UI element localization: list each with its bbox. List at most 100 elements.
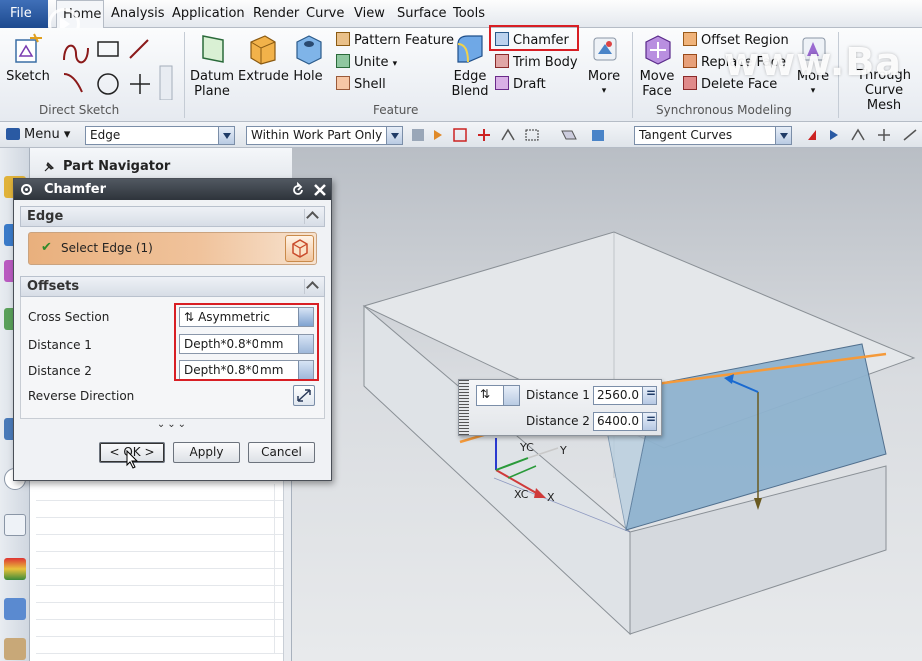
tab-application[interactable]: Application <box>172 6 245 21</box>
move-face-button[interactable]: Move Face <box>636 32 678 99</box>
reverse-arrows-icon <box>297 389 311 402</box>
cross-section-quick-select[interactable]: ⇅ <box>476 385 520 406</box>
collapse-icon[interactable] <box>304 209 320 224</box>
shell-label: Shell <box>354 77 386 92</box>
hole-icon <box>296 35 322 65</box>
offset-region-icon <box>683 32 697 46</box>
cross-section-label: Cross Section <box>28 310 110 324</box>
selection-scope-select[interactable]: Within Work Part Only <box>246 126 403 145</box>
list-icon[interactable] <box>4 514 26 536</box>
edge-section-label: Edge <box>27 209 64 224</box>
osi-distance2-input[interactable]: 6400.0 <box>593 412 657 431</box>
pattern-feature-label: Pattern Feature <box>354 33 455 48</box>
unite-icon <box>336 54 350 68</box>
selection-tool-icons[interactable] <box>412 128 622 142</box>
extrude-label: Extrude <box>238 69 289 84</box>
navigator-row <box>36 535 286 552</box>
unite-label: Unite <box>354 55 389 70</box>
trim-body-button[interactable]: Trim Body <box>495 54 578 70</box>
formula-icon[interactable] <box>642 412 656 430</box>
chamfer-dialog: Chamfer Edge ✔ Select Edge (1) Offsets C… <box>13 178 332 481</box>
curve-rule-value: Tangent Curves <box>639 128 733 142</box>
tab-surface[interactable]: Surface <box>397 6 447 21</box>
feature-more-label: More <box>587 69 621 84</box>
tab-curve[interactable]: Curve <box>306 6 344 21</box>
drag-handle[interactable] <box>459 380 469 435</box>
dialog-title-bar[interactable]: Chamfer <box>14 179 331 200</box>
navigator-row <box>36 569 286 586</box>
chevron-down-icon[interactable] <box>218 127 234 144</box>
edge-selection-button[interactable] <box>285 235 314 262</box>
select-edge-row[interactable]: ✔ Select Edge (1) <box>28 232 317 265</box>
reverse-direction-button[interactable] <box>293 385 315 406</box>
osi-distance2-value: 6400.0 <box>597 414 639 428</box>
direct-sketch-group-label: Direct Sketch <box>39 103 120 117</box>
draft-icon <box>495 76 509 90</box>
tab-analysis[interactable]: Analysis <box>111 6 165 21</box>
hole-label: Hole <box>293 69 323 84</box>
role-icon[interactable] <box>4 598 26 620</box>
shell-icon <box>336 76 350 90</box>
palette-icon[interactable] <box>4 558 26 580</box>
apply-button[interactable]: Apply <box>173 442 240 463</box>
feature-more-button[interactable]: More ▾ <box>585 32 623 99</box>
unite-button[interactable]: Unite ▾ <box>336 54 397 70</box>
apply-label: Apply <box>189 445 224 459</box>
menu-button[interactable]: Menu ▾ <box>24 127 70 142</box>
sketch-curve-tools-icons[interactable] <box>60 36 180 100</box>
osi-distance1-input[interactable]: 2560.0 <box>593 386 657 405</box>
tab-tools[interactable]: Tools <box>453 6 485 21</box>
chevron-down-icon[interactable] <box>386 127 402 144</box>
cancel-button[interactable]: Cancel <box>248 442 315 463</box>
formula-icon[interactable] <box>642 386 656 404</box>
edge-blend-button[interactable]: Edge Blend <box>451 32 489 99</box>
type-filter-select[interactable]: Edge <box>85 126 235 145</box>
chevron-down-icon[interactable] <box>503 386 519 405</box>
extrude-icon <box>250 35 276 65</box>
cancel-label: Cancel <box>261 445 302 459</box>
pin-icon[interactable] <box>42 160 56 174</box>
feature-more-dropdown-icon: ▾ <box>601 86 607 96</box>
menu-bar: File Home Analysis Application Render Cu… <box>0 0 922 40</box>
sync-modeling-group-label: Synchronous Modeling <box>656 103 792 117</box>
move-face-icon <box>645 35 671 65</box>
gear-icon[interactable] <box>19 182 34 197</box>
reset-icon[interactable] <box>290 182 306 198</box>
shell-button[interactable]: Shell <box>336 76 386 92</box>
navigator-row <box>36 586 286 603</box>
offsets-section-header[interactable]: Offsets <box>20 276 325 297</box>
tab-view[interactable]: View <box>354 6 385 21</box>
collapse-icon[interactable] <box>304 279 320 294</box>
offsets-highlight-box <box>174 303 319 381</box>
file-tab[interactable]: File <box>0 0 48 28</box>
reverse-direction-label: Reverse Direction <box>28 389 135 403</box>
datum-plane-button[interactable]: Datum Plane <box>190 32 234 99</box>
triad-x-label: X <box>547 491 555 504</box>
snap-tool-icons[interactable] <box>806 128 922 142</box>
checkmark-icon: ✔ <box>41 240 52 255</box>
pattern-feature-button[interactable]: Pattern Feature <box>336 32 454 48</box>
hole-button[interactable]: Hole <box>290 32 326 84</box>
distance1-label: Distance 1 <box>28 338 92 352</box>
mouse-cursor-icon <box>126 450 139 469</box>
chevron-down-icon[interactable] <box>775 127 791 144</box>
navigator-row <box>36 620 286 637</box>
onscreen-input-box: ⇅ Distance 1 2560.0 Distance 2 6400.0 <box>458 379 662 436</box>
edge-section-header[interactable]: Edge <box>20 206 325 227</box>
system-materials-icon[interactable] <box>4 638 26 660</box>
sketch-icon <box>15 33 42 63</box>
draft-label: Draft <box>513 77 546 92</box>
more-options-chevron-icon[interactable]: ⌄⌄⌄ <box>20 419 325 431</box>
more-feature-icon <box>593 37 617 61</box>
sketch-button[interactable]: Sketch <box>6 32 50 84</box>
tab-render[interactable]: Render <box>253 6 299 21</box>
draft-button[interactable]: Draft <box>495 76 546 92</box>
trim-body-icon <box>495 54 509 68</box>
trim-body-label: Trim Body <box>513 55 578 70</box>
sync-more-dropdown-icon: ▾ <box>810 86 816 96</box>
selection-scope-value: Within Work Part Only <box>251 128 383 142</box>
asymmetric-icon: ⇅ <box>480 387 491 401</box>
curve-rule-select[interactable]: Tangent Curves <box>634 126 792 145</box>
extrude-button[interactable]: Extrude <box>238 32 289 84</box>
close-icon[interactable] <box>312 182 328 198</box>
